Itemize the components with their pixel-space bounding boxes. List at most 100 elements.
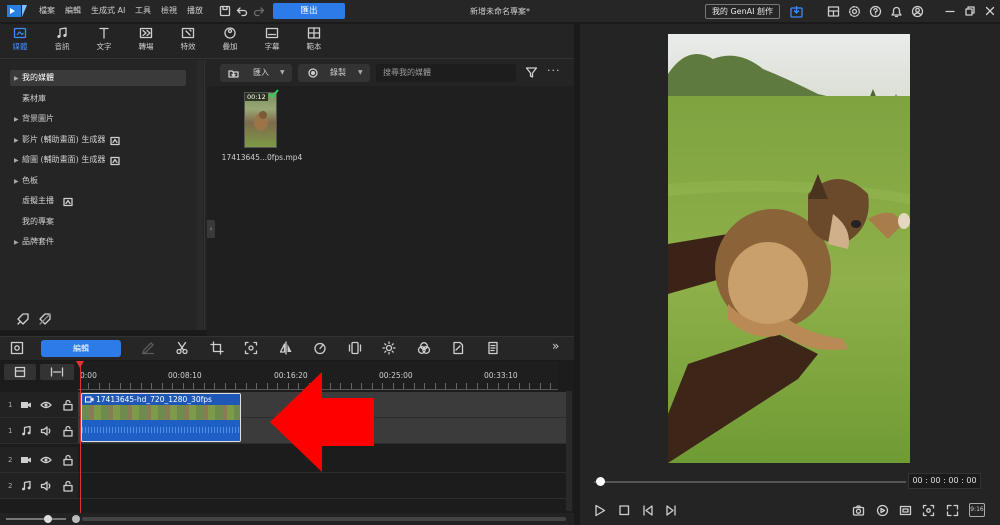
audio-waveform <box>82 427 240 433</box>
download-icon[interactable] <box>790 5 803 18</box>
save-icon[interactable] <box>219 5 231 17</box>
flip-icon[interactable] <box>279 341 293 355</box>
zoom-slider[interactable] <box>6 518 66 520</box>
export-button[interactable]: 匯出 <box>273 3 345 19</box>
tree-item-brand-kit[interactable]: ▶ 品牌套件 <box>10 234 186 250</box>
add-tag-icon[interactable] <box>16 312 30 326</box>
help-icon[interactable] <box>869 5 882 18</box>
remove-tag-icon[interactable] <box>38 312 52 326</box>
playhead[interactable] <box>80 363 81 513</box>
tree-item-color-boards[interactable]: ▶ 色板 <box>10 173 186 189</box>
tab-effects[interactable]: 特效 <box>168 26 208 52</box>
ai-edit-icon[interactable] <box>451 341 465 355</box>
tree-item-image-generator[interactable]: ▶ 繪圖 (輔助畫面) 生成器 <box>10 152 186 168</box>
pen-icon[interactable] <box>141 341 155 355</box>
tools-menu-icon[interactable] <box>10 341 24 355</box>
gear-icon[interactable] <box>848 5 861 18</box>
playback-scrubber[interactable] <box>594 481 906 483</box>
timeline-clip[interactable]: 17413645-hd_720_1280_30fps <box>81 393 241 442</box>
ruler-tick <box>245 383 247 389</box>
play-icon[interactable] <box>594 504 606 517</box>
stabilizer-icon[interactable] <box>348 341 362 355</box>
close-icon[interactable] <box>984 5 996 17</box>
tree-item-my-projects[interactable]: 我的專案 <box>10 214 186 230</box>
next-frame-icon[interactable] <box>665 504 677 517</box>
motion-track-icon[interactable] <box>244 341 258 355</box>
user-icon[interactable] <box>911 5 924 18</box>
tab-media[interactable]: 媒體 <box>0 26 40 52</box>
display-quality-icon[interactable] <box>899 504 912 517</box>
zoom-slider-knob[interactable] <box>44 515 52 523</box>
aspect-ratio-button[interactable]: 9:16 <box>969 503 985 517</box>
ai-badge-icon <box>63 197 73 207</box>
import-button[interactable]: 匯入 ▼ <box>220 64 292 82</box>
fit-timeline-button[interactable] <box>40 364 74 380</box>
ruler-tick <box>130 383 131 389</box>
record-button[interactable]: 錄製 ▼ <box>298 64 370 82</box>
lock-icon[interactable] <box>62 399 74 411</box>
snapshot-icon[interactable] <box>852 504 865 517</box>
zoom-fit-icon[interactable] <box>922 504 935 517</box>
more-tools-icon[interactable]: » <box>552 339 559 353</box>
lock-icon[interactable] <box>62 425 74 437</box>
record-label: 錄製 <box>330 68 346 77</box>
menu-view[interactable]: 檢視 <box>161 5 177 16</box>
my-genai-button[interactable]: 我的 GenAI 創作 <box>705 4 780 19</box>
crop-icon[interactable] <box>210 341 224 355</box>
eye-icon[interactable] <box>40 399 52 411</box>
playback-mode-icon[interactable] <box>876 504 889 517</box>
more-options-icon[interactable]: ··· <box>547 64 561 77</box>
timeline-horizontal-scrollbar[interactable] <box>82 517 566 521</box>
layout-icon[interactable] <box>827 5 840 18</box>
restore-icon[interactable] <box>964 5 976 17</box>
ruler-tick <box>550 383 551 389</box>
notification-icon[interactable] <box>890 5 903 18</box>
tab-overlay[interactable]: 疊加 <box>210 26 250 52</box>
search-input[interactable]: 搜尋我的媒體 <box>376 64 516 82</box>
menu-generative-ai[interactable]: 生成式 AI <box>91 5 125 16</box>
menu-file[interactable]: 檔案 <box>39 5 55 16</box>
tab-subtitle[interactable]: 字幕 <box>252 26 292 52</box>
menu-edit[interactable]: 編輯 <box>65 5 81 16</box>
tree-item-video-generator[interactable]: ▶ 影片 (輔助畫面) 生成器 <box>10 132 186 148</box>
collapse-panel-icon[interactable]: ‹ <box>207 220 215 238</box>
timeline-vertical-scrollbar[interactable] <box>566 391 572 511</box>
speaker-icon[interactable] <box>40 425 52 437</box>
menu-tools[interactable]: 工具 <box>135 5 151 16</box>
color-icon[interactable] <box>417 341 431 355</box>
filter-icon[interactable] <box>525 66 538 79</box>
preview-video[interactable] <box>668 34 910 463</box>
stop-icon[interactable] <box>618 504 630 517</box>
menu-playback[interactable]: 播放 <box>187 5 203 16</box>
tree-item-my-media[interactable]: ▶ 我的媒體 <box>10 70 186 86</box>
split-scissors-icon[interactable] <box>175 341 189 355</box>
eye-icon[interactable] <box>40 454 52 466</box>
lock-icon[interactable] <box>62 454 74 466</box>
tab-template[interactable]: 範本 <box>294 26 334 52</box>
tree-item-background-images[interactable]: ▶ 背景圖片 <box>10 111 186 127</box>
library-panel: 媒體 音訊 文字 轉場 特效 疊加 字幕 範本 ▶ 我的媒體 素材庫 ▶ 背景圖片 … <box>0 24 574 354</box>
scrubber-handle[interactable] <box>596 477 605 486</box>
edit-button[interactable]: 編輯 <box>41 340 121 357</box>
redo-icon[interactable] <box>253 5 265 17</box>
lock-icon[interactable] <box>62 480 74 492</box>
media-thumbnail[interactable]: 00:12 <box>244 89 279 148</box>
scroll-start-knob[interactable] <box>72 515 80 523</box>
speaker-icon[interactable] <box>40 480 52 492</box>
previous-frame-icon[interactable] <box>642 504 654 517</box>
tab-audio[interactable]: 音訊 <box>42 26 82 52</box>
track-manager-button[interactable] <box>4 364 36 380</box>
tab-media-label: 媒體 <box>12 42 28 51</box>
tree-item-library[interactable]: 素材庫 <box>10 91 186 107</box>
brightness-icon[interactable] <box>382 341 396 355</box>
tree-item-virtual-host[interactable]: 虛擬主播 <box>10 193 186 209</box>
fullscreen-icon[interactable] <box>946 504 959 517</box>
subtitle-edit-icon[interactable] <box>486 341 500 355</box>
tab-transition[interactable]: 轉場 <box>126 26 166 52</box>
speed-icon[interactable] <box>313 341 327 355</box>
tab-text[interactable]: 文字 <box>84 26 124 52</box>
track-lane-audio-2[interactable] <box>78 473 566 499</box>
undo-icon[interactable] <box>236 5 248 17</box>
tree-scrollbar[interactable] <box>197 60 203 330</box>
minimize-icon[interactable] <box>944 5 956 17</box>
